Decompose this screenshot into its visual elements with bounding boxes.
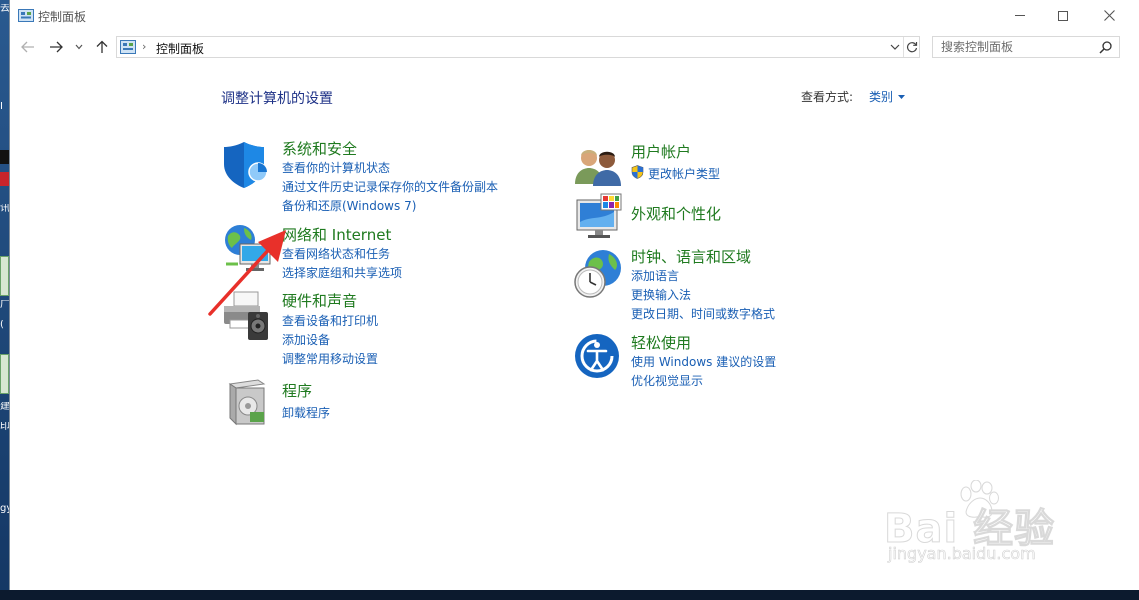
- desktop-icon-label[interactable]: 建: [0, 402, 9, 416]
- category-ease-of-access[interactable]: 轻松使用: [631, 332, 691, 353]
- watermark-url: jingyan.baidu.com: [888, 544, 1036, 564]
- category-programs[interactable]: 程序: [282, 380, 312, 401]
- category-network-internet[interactable]: 网络和 Internet: [282, 224, 391, 245]
- maximize-button[interactable]: [1040, 0, 1086, 31]
- title-bar[interactable]: 控制面板: [10, 0, 1139, 31]
- link-recommended-settings[interactable]: 使用 Windows 建议的设置: [631, 353, 776, 370]
- address-bar[interactable]: › 控制面板: [116, 36, 920, 58]
- search-box[interactable]: [932, 36, 1120, 58]
- desktop-icon-label[interactable]: 广: [0, 300, 9, 314]
- view-by-label: 查看方式:: [801, 90, 854, 104]
- link-view-computer-status[interactable]: 查看你的计算机状态: [282, 159, 390, 176]
- control-panel-icon: [120, 40, 136, 54]
- desktop-icon[interactable]: [0, 150, 9, 164]
- close-button[interactable]: [1086, 0, 1132, 31]
- shield-icon[interactable]: [220, 138, 272, 190]
- desktop-icon-label[interactable]: I: [0, 102, 9, 122]
- link-date-time-format[interactable]: 更改日期、时间或数字格式: [631, 305, 775, 322]
- caret-down-icon: [898, 94, 906, 99]
- chevron-down-icon: [890, 44, 900, 50]
- page-title: 调整计算机的设置: [221, 91, 333, 107]
- maximize-icon: [1058, 10, 1068, 21]
- minimize-button[interactable]: [997, 0, 1043, 31]
- breadcrumb-separator-icon[interactable]: ›: [142, 40, 146, 53]
- category-clock-language-region[interactable]: 时钟、语言和区域: [631, 246, 751, 267]
- window-title: 控制面板: [38, 10, 87, 24]
- refresh-icon: [906, 42, 918, 53]
- link-optimize-visual-display[interactable]: 优化视觉显示: [631, 372, 703, 389]
- desktop-icon-label[interactable]: 讯: [0, 204, 9, 224]
- link-uninstall-program[interactable]: 卸载程序: [282, 404, 330, 421]
- link-file-history-backup[interactable]: 通过文件历史记录保存你的文件备份副本: [282, 178, 498, 195]
- search-input[interactable]: [933, 37, 1093, 57]
- control-panel-icon: [18, 9, 34, 22]
- control-panel-window: 控制面板 › 控制面板 搜索控制面板 调整计算机的设置 查看方式: 类别 系统和…: [9, 0, 1139, 590]
- annotation-arrow-icon: [208, 230, 286, 316]
- category-user-accounts[interactable]: 用户帐户: [631, 141, 691, 162]
- desktop-icon[interactable]: [0, 172, 9, 186]
- minimize-icon: [1015, 15, 1025, 16]
- arrow-right-icon: [50, 41, 63, 53]
- desktop-icon-label[interactable]: (: [0, 320, 9, 334]
- link-change-account-type[interactable]: 更改帐户类型: [648, 165, 720, 182]
- desktop-icon[interactable]: [0, 354, 9, 394]
- link-mobility-settings[interactable]: 调整常用移动设置: [282, 350, 378, 367]
- arrow-up-icon: [96, 40, 108, 53]
- appearance-monitor-icon[interactable]: [573, 192, 625, 244]
- refresh-button[interactable]: [903, 37, 920, 57]
- chevron-down-icon: [75, 44, 83, 50]
- desktop-icon-label[interactable]: 印: [0, 422, 9, 436]
- up-button[interactable]: [92, 38, 112, 56]
- desktop-icon[interactable]: [0, 256, 9, 296]
- link-change-input-method[interactable]: 更换输入法: [631, 286, 691, 303]
- view-by-value: 类别: [869, 90, 894, 104]
- category-system-security[interactable]: 系统和安全: [282, 138, 357, 159]
- uac-shield-icon: [631, 165, 644, 179]
- search-icon[interactable]: [1099, 40, 1113, 54]
- link-homegroup-sharing[interactable]: 选择家庭组和共享选项: [282, 264, 402, 281]
- forward-button[interactable]: [46, 38, 66, 56]
- link-add-device[interactable]: 添加设备: [282, 331, 330, 348]
- navigation-bar: › 控制面板: [10, 32, 1139, 64]
- desktop-icon-label[interactable]: gy: [0, 504, 9, 518]
- programs-icon[interactable]: [222, 378, 274, 430]
- breadcrumb-control-panel[interactable]: 控制面板: [156, 40, 204, 57]
- view-by-dropdown[interactable]: 类别: [869, 88, 906, 105]
- ease-of-access-icon[interactable]: [573, 332, 625, 384]
- back-button[interactable]: [18, 38, 38, 56]
- desktop-icon-label[interactable]: 去: [0, 4, 9, 24]
- link-devices-printers[interactable]: 查看设备和打印机: [282, 312, 378, 329]
- link-add-language[interactable]: 添加语言: [631, 267, 679, 284]
- baidu-watermark: Bai 经验 jingyan.baidu.com: [872, 480, 1102, 580]
- address-dropdown-button[interactable]: [887, 37, 903, 57]
- arrow-left-icon: [21, 41, 34, 53]
- user-accounts-icon[interactable]: [573, 140, 625, 192]
- category-appearance-personalization[interactable]: 外观和个性化: [631, 203, 721, 224]
- link-network-status[interactable]: 查看网络状态和任务: [282, 245, 390, 262]
- clock-globe-icon[interactable]: [573, 248, 625, 300]
- taskbar: [0, 590, 1139, 600]
- recent-locations-button[interactable]: [72, 38, 86, 56]
- close-icon: [1103, 10, 1115, 21]
- link-backup-restore[interactable]: 备份和还原(Windows 7): [282, 197, 416, 214]
